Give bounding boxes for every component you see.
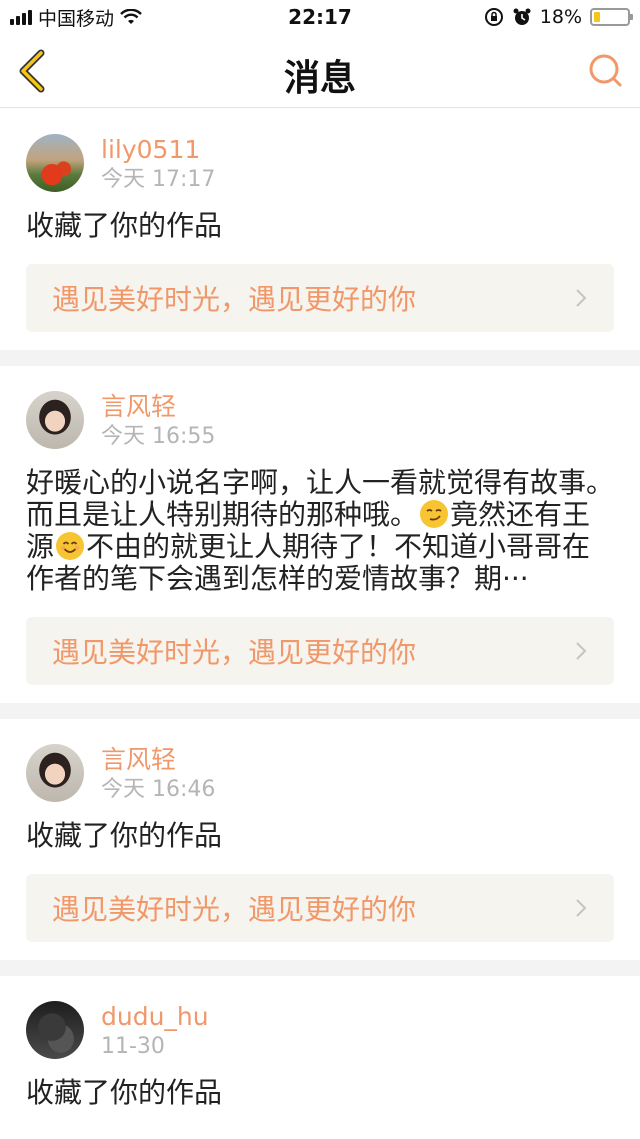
avatar[interactable] [26,1001,84,1059]
message-meta: dudu_hu 11-30 [101,1001,209,1061]
username-link[interactable]: lily0511 [101,135,215,165]
chevron-right-icon [576,642,587,660]
message-text: 收藏了你的作品 [26,209,223,242]
message-text: 收藏了你的作品 [26,1076,223,1109]
message-item: 言风轻 今天 16:55 好暖心的小说名字啊，让人一看就觉得有故事。而且是让人特… [0,366,640,703]
work-link-card[interactable]: 遇见美好时光，遇见更好的你 [26,264,614,332]
chevron-right-icon [576,289,587,307]
message-text: 好暖心的小说名字啊，让人一看就觉得有故事。而且是让人特别期待的那种哦。 竟然还有王… [26,467,614,595]
avatar[interactable] [26,391,84,449]
status-right: 18% [484,6,633,28]
message-header: 言风轻 今天 16:55 [26,391,614,451]
smile-emoji [56,532,85,560]
message-header: dudu_hu 11-30 [26,1001,614,1061]
message-header: lily0511 今天 17:17 [26,134,614,194]
message-item: lily0511 今天 17:17 收藏了你的作品 遇见美好时光，遇见更好的你 [0,109,640,350]
page-title: 消息 [283,58,356,99]
message-time: 11-30 [101,1034,165,1059]
message-meta: 言风轻 今天 16:46 [101,744,215,804]
search-icon[interactable] [586,51,626,91]
message-time: 今天 16:46 [101,777,216,802]
username-link[interactable]: 言风轻 [101,745,215,775]
divider [0,350,640,366]
message-meta: 言风轻 今天 16:55 [101,391,215,451]
smirk-emoji [420,500,449,528]
comment-text-part: 不由的就更让人期待了！不知道小哥哥在作者的笔下会遇到怎样的爱情故事？期··· [26,530,591,595]
chevron-left-icon[interactable] [14,48,50,94]
avatar[interactable] [26,744,84,802]
message-time: 今天 16:55 [101,424,216,449]
status-bar: 中国移动 22:17 18% [0,0,640,34]
lock-rotation-icon [484,8,503,26]
message-header: 言风轻 今天 16:46 [26,744,614,804]
message-item: 言风轻 今天 16:46 收藏了你的作品 遇见美好时光，遇见更好的你 [0,719,640,960]
nav-bar: 消息 [0,34,640,108]
message-meta: lily0511 今天 17:17 [101,134,215,194]
battery-icon [590,8,633,26]
username-link[interactable]: dudu_hu [101,1002,209,1032]
battery-percent: 18% [539,6,582,28]
chevron-right-icon [576,899,587,917]
work-title: 遇见美好时光，遇见更好的你 [52,893,417,926]
avatar[interactable] [26,134,84,192]
work-link-card[interactable]: 遇见美好时光，遇见更好的你 [26,874,614,942]
message-list[interactable]: lily0511 今天 17:17 收藏了你的作品 遇见美好时光，遇见更好的你 … [0,109,640,1127]
message-time: 今天 17:17 [101,167,216,192]
work-link-card[interactable]: 遇见美好时光，遇见更好的你 [26,617,614,685]
message-text: 收藏了你的作品 [26,819,223,852]
work-title: 遇见美好时光，遇见更好的你 [52,283,417,316]
message-item: dudu_hu 11-30 收藏了你的作品 [0,976,640,1127]
alarm-icon [513,8,531,25]
divider [0,703,640,719]
username-link[interactable]: 言风轻 [101,392,215,422]
work-title: 遇见美好时光，遇见更好的你 [52,636,417,669]
divider [0,960,640,976]
